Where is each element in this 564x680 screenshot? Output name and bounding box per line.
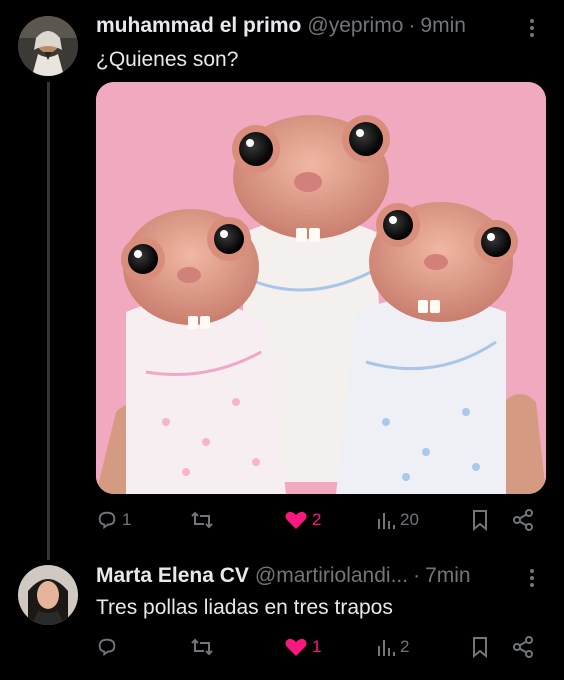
retweet-button[interactable] xyxy=(190,636,214,658)
tweet-image[interactable] xyxy=(96,82,546,494)
user-handle[interactable]: @yeprimo xyxy=(307,14,403,38)
reply-button[interactable]: 1 xyxy=(96,509,131,531)
views-count: 20 xyxy=(400,510,419,529)
tweet-text: Tres pollas liadas en tres trapos xyxy=(96,596,393,619)
more-options-icon[interactable] xyxy=(522,566,542,590)
tweet-reply[interactable]: Marta Elena CV @martiriolandi... · 7min … xyxy=(0,550,564,680)
display-name[interactable]: Marta Elena CV xyxy=(96,564,249,588)
like-button[interactable]: 1 xyxy=(284,636,321,658)
share-icon xyxy=(513,636,533,658)
reply-icon xyxy=(98,511,116,530)
tweet-header: Marta Elena CV @martiriolandi... · 7min xyxy=(96,564,471,588)
like-count: 1 xyxy=(312,637,322,656)
more-options-icon[interactable] xyxy=(522,16,542,40)
heart-icon xyxy=(285,511,307,529)
bookmark-icon xyxy=(473,637,487,658)
bookmark-button[interactable] xyxy=(470,636,490,658)
tweet-actions: 1 2 xyxy=(96,636,546,664)
views-button[interactable]: 2 xyxy=(376,636,409,658)
views-icon xyxy=(378,513,395,529)
tweet-actions: 1 2 20 xyxy=(96,509,546,537)
views-icon xyxy=(378,640,395,656)
retweet-icon xyxy=(191,638,213,656)
share-button[interactable] xyxy=(512,636,534,658)
bookmark-icon xyxy=(473,510,487,531)
tweet-header: muhammad el primo @yeprimo · 9min xyxy=(96,14,466,38)
retweet-icon xyxy=(191,511,213,529)
tweet-text: ¿Quienes son? xyxy=(96,48,239,71)
display-name[interactable]: muhammad el primo xyxy=(96,14,301,38)
timestamp[interactable]: 9min xyxy=(420,14,466,38)
avatar[interactable] xyxy=(18,16,78,76)
tweet-original[interactable]: muhammad el primo @yeprimo · 9min ¿Quien… xyxy=(0,0,564,545)
retweet-button[interactable] xyxy=(190,509,214,531)
bookmark-button[interactable] xyxy=(470,509,490,531)
like-count: 2 xyxy=(312,510,322,529)
separator-dot: · xyxy=(413,564,421,587)
share-button[interactable] xyxy=(512,509,534,531)
views-button[interactable]: 20 xyxy=(376,509,419,531)
like-button[interactable]: 2 xyxy=(284,509,321,531)
reply-icon xyxy=(98,638,116,657)
views-count: 2 xyxy=(400,637,410,656)
timestamp[interactable]: 7min xyxy=(425,564,471,588)
user-handle[interactable]: @martiriolandi... xyxy=(255,564,408,588)
avatar[interactable] xyxy=(18,565,78,625)
separator-dot: · xyxy=(408,14,416,37)
reply-button[interactable] xyxy=(96,636,122,658)
heart-icon xyxy=(285,638,307,656)
share-icon xyxy=(513,509,533,531)
reply-count: 1 xyxy=(122,510,132,529)
